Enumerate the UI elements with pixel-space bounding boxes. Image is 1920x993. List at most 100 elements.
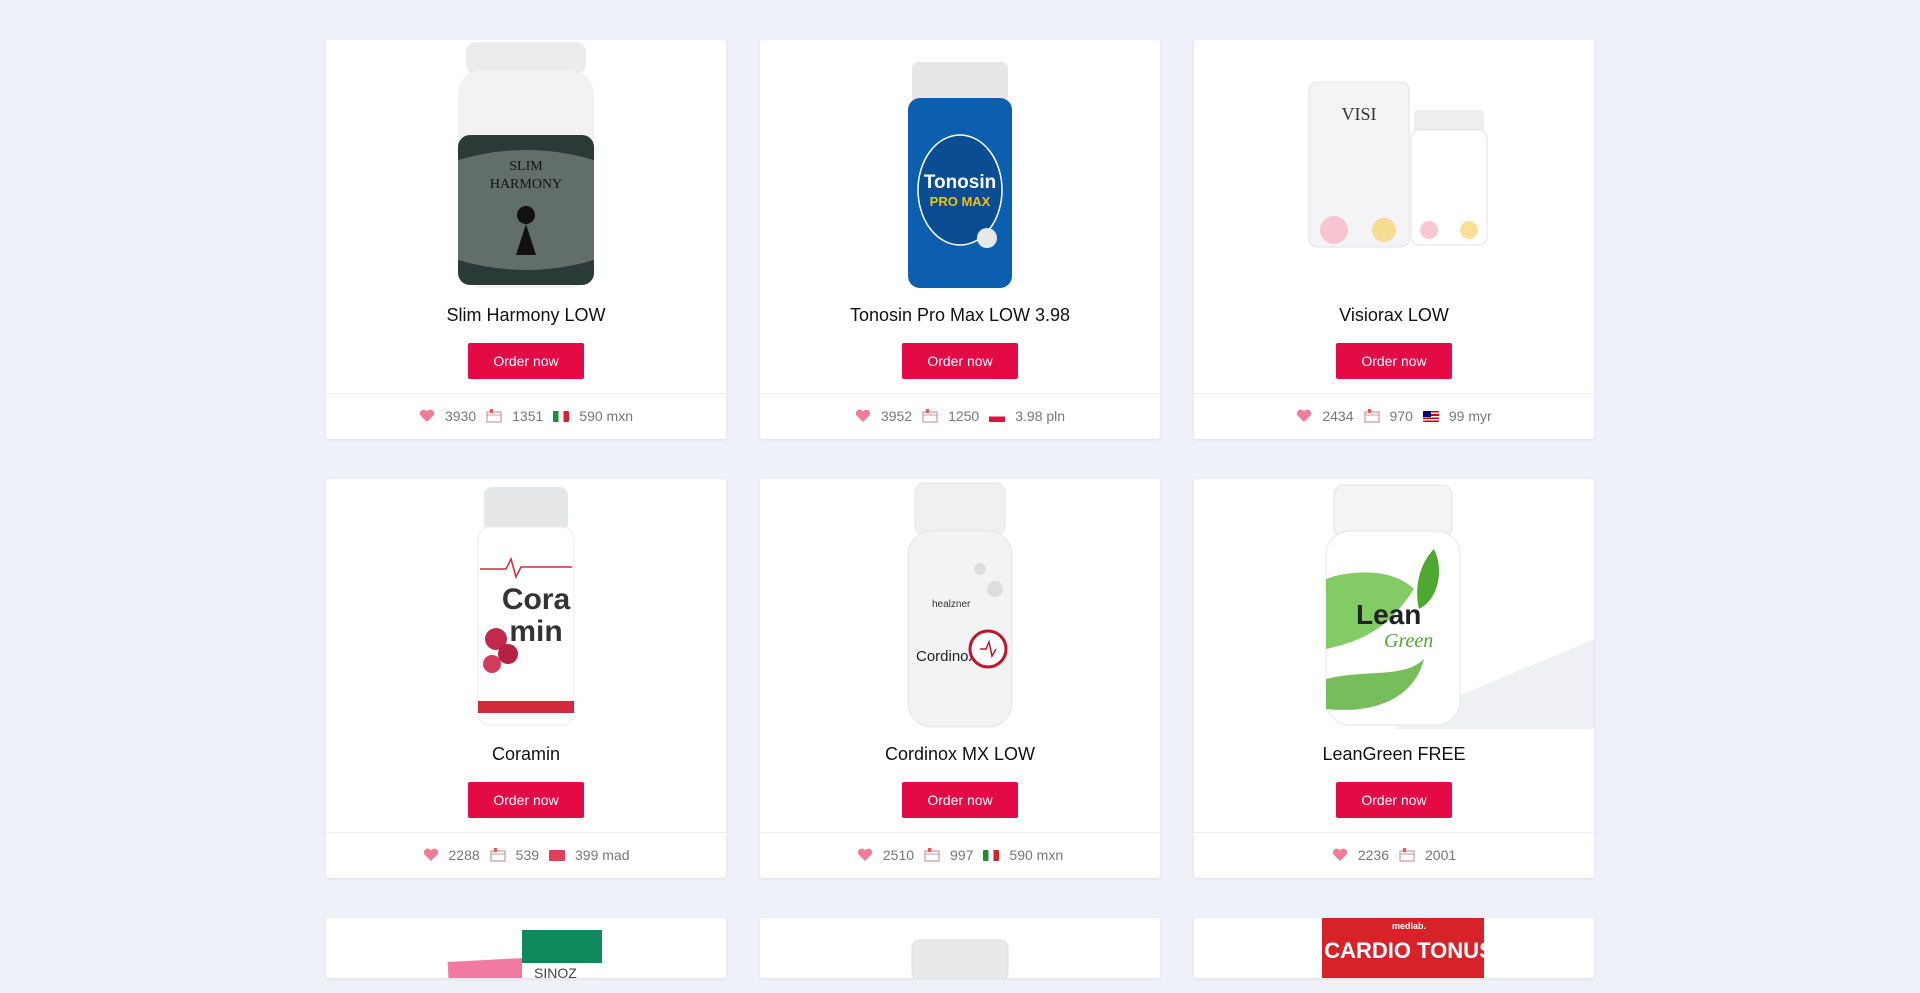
- price-value: 399 mad: [575, 847, 630, 864]
- price-value: 590 mxn: [1009, 847, 1064, 864]
- svg-text:min: min: [509, 615, 562, 648]
- price-stat: 99 myr: [1422, 408, 1492, 425]
- svg-text:VISI: VISI: [1342, 104, 1377, 124]
- product-card: SINOZ: [326, 918, 726, 978]
- likes-count: 3930: [444, 408, 477, 425]
- product-stats: 2434 970 99 myr: [1194, 392, 1594, 439]
- product-grid: SLIM HARMONY Slim Harmony LOW Order now …: [326, 40, 1594, 978]
- orders-count: 2001: [1425, 847, 1457, 864]
- likes-stat: 3930: [419, 408, 476, 424]
- price-value: 99 myr: [1448, 408, 1492, 425]
- orders-stat: 970: [1363, 408, 1413, 425]
- product-title: Tonosin Pro Max LOW 3.98: [849, 305, 1071, 325]
- mexico-flag-icon: [553, 410, 570, 422]
- price-value: 590 mxn: [579, 408, 633, 425]
- product-image[interactable]: VISI: [1194, 40, 1594, 290]
- product-stats: 2236 2001: [1194, 831, 1594, 878]
- partial-product-label: CARDIO TONUS: [1324, 938, 1484, 963]
- price-value: 3.98 pln: [1015, 408, 1066, 425]
- product-image[interactable]: Lean Green: [1194, 479, 1594, 729]
- likes-count: 3952: [880, 408, 913, 425]
- product-card: Tonosin PRO MAX Tonosin Pro Max LOW 3.98…: [760, 40, 1160, 439]
- likes-count: 2434: [1322, 408, 1354, 425]
- svg-text:Cordinox: Cordinox: [916, 648, 977, 665]
- likes-stat: 2510: [857, 847, 914, 863]
- product-card: medlab. CARDIO TONUS: [1194, 918, 1594, 978]
- orders-stat: 1250: [922, 408, 979, 424]
- product-stats: 2510 997 590 mxn: [760, 831, 1160, 878]
- product-image[interactable]: medlab. CARDIO TONUS: [1194, 918, 1594, 978]
- price-stat: 590 mxn: [553, 408, 633, 424]
- morocco-flag-icon: [549, 849, 566, 861]
- svg-text:Green: Green: [1384, 630, 1433, 652]
- orders-stat: 2001: [1399, 847, 1456, 863]
- product-stats: 3930 1351 590 mxn: [326, 392, 726, 439]
- orders-stat: 539: [490, 847, 539, 863]
- product-card: [760, 918, 1160, 978]
- order-now-button[interactable]: Order now: [468, 343, 584, 379]
- box-icon: [924, 848, 940, 862]
- price-stat: 399 mad: [549, 847, 630, 864]
- heart-icon: [857, 848, 872, 862]
- product-card: SLIM HARMONY Slim Harmony LOW Order now …: [326, 40, 726, 439]
- likes-stat: 2288: [423, 847, 480, 863]
- product-image[interactable]: Tonosin PRO MAX: [760, 40, 1160, 290]
- svg-text:Lean: Lean: [1356, 599, 1421, 630]
- orders-count: 1250: [948, 408, 980, 425]
- likes-count: 2288: [448, 847, 480, 864]
- product-card: Lean Green LeanGreen FREE Order now 2236…: [1194, 479, 1594, 878]
- orders-count: 997: [950, 847, 974, 864]
- price-stat: 590 mxn: [983, 847, 1063, 863]
- svg-text:Cora: Cora: [502, 583, 571, 616]
- poland-flag-icon: [989, 410, 1006, 422]
- orders-count: 539: [515, 847, 540, 864]
- orders-count: 970: [1389, 408, 1413, 425]
- product-image[interactable]: Cora min: [326, 479, 726, 729]
- svg-text:HARMONY: HARMONY: [490, 177, 562, 192]
- likes-stat: 2434: [1296, 408, 1354, 425]
- heart-icon: [419, 409, 435, 423]
- order-now-button[interactable]: Order now: [902, 343, 1018, 379]
- product-title: LeanGreen FREE: [1322, 744, 1466, 764]
- likes-count: 2236: [1357, 847, 1389, 864]
- product-image[interactable]: healzner Cordinox: [760, 479, 1160, 729]
- product-title: Slim Harmony LOW: [446, 305, 606, 325]
- order-now-button[interactable]: Order now: [468, 782, 584, 818]
- box-icon: [922, 409, 938, 423]
- svg-text:Tonosin: Tonosin: [924, 172, 996, 193]
- box-icon: [490, 848, 506, 862]
- partial-product-label: SINOZ: [534, 965, 577, 978]
- box-icon: [1363, 409, 1380, 423]
- svg-text:SLIM: SLIM: [509, 159, 543, 174]
- heart-icon: [1332, 848, 1347, 862]
- heart-icon: [855, 409, 870, 423]
- order-now-button[interactable]: Order now: [902, 782, 1018, 818]
- product-image[interactable]: SLIM HARMONY: [326, 40, 726, 290]
- svg-text:PRO MAX: PRO MAX: [930, 194, 991, 209]
- likes-stat: 2236: [1332, 847, 1389, 863]
- product-stats: 2288 539 399 mad: [326, 831, 726, 878]
- mexico-flag-icon: [983, 849, 1000, 861]
- box-icon: [486, 409, 502, 423]
- orders-count: 1351: [512, 408, 544, 425]
- price-stat: 3.98 pln: [989, 408, 1065, 424]
- heart-icon: [1297, 409, 1312, 423]
- orders-stat: 1351: [486, 408, 543, 424]
- box-icon: [1399, 848, 1415, 862]
- likes-count: 2510: [882, 847, 915, 864]
- partial-brand-label: medlab.: [1392, 921, 1426, 931]
- product-title: Coramin: [491, 744, 561, 764]
- product-stats: 3952 1250 3.98 pln: [760, 392, 1160, 439]
- product-title: Cordinox MX LOW: [884, 744, 1036, 764]
- malaysia-flag-icon: [1422, 410, 1439, 422]
- product-card: VISI Visiorax LOW Order now 2434 970 99 …: [1194, 40, 1594, 439]
- product-image[interactable]: [760, 918, 1160, 978]
- product-card: Cora min Coramin Order now 2288 539 399 …: [326, 479, 726, 878]
- svg-text:healzner: healzner: [932, 599, 971, 610]
- orders-stat: 997: [924, 847, 973, 863]
- order-now-button[interactable]: Order now: [1336, 343, 1452, 379]
- order-now-button[interactable]: Order now: [1336, 782, 1452, 818]
- product-image[interactable]: SINOZ: [326, 918, 726, 978]
- heart-icon: [423, 848, 438, 862]
- product-card: healzner Cordinox Cordinox MX LOW Order …: [760, 479, 1160, 878]
